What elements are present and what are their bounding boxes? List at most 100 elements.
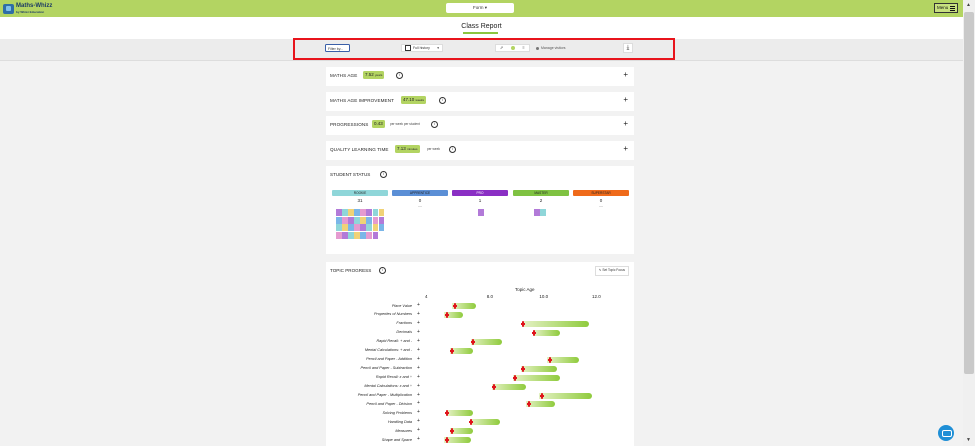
expand-topic-plus-icon[interactable]: + — [417, 419, 420, 424]
student-avatar[interactable] — [378, 216, 385, 224]
expand-topic-plus-icon[interactable]: + — [417, 329, 420, 335]
student-avatar[interactable] — [540, 209, 546, 216]
status-count: 31 — [357, 198, 363, 203]
topic-age-marker — [445, 410, 450, 417]
status-column-rookie[interactable]: ROOKIE 31 — [332, 190, 388, 203]
student-avatar[interactable] — [372, 224, 379, 232]
student-avatar[interactable] — [348, 224, 354, 232]
topic-age-marker — [452, 303, 457, 309]
metric-value-pill: 0.43 — [372, 120, 385, 128]
expand-topic-plus-icon[interactable]: + — [417, 303, 420, 308]
metric-card-progressions[interactable]: PROGRESSIONS 0.43 per week per student i… — [326, 116, 634, 135]
metric-unit: years — [375, 73, 383, 77]
student-avatar[interactable] — [354, 224, 360, 232]
student-avatar[interactable] — [348, 231, 354, 239]
status-header: ROOKIE — [332, 190, 388, 196]
student-avatar[interactable] — [378, 224, 385, 232]
expand-topic-plus-icon[interactable]: + — [417, 338, 420, 344]
student-avatar[interactable] — [372, 231, 379, 239]
info-icon[interactable]: i — [431, 121, 438, 128]
expand-topic-plus-icon[interactable]: + — [417, 311, 420, 317]
form-select-label: Form — [472, 5, 484, 10]
expand-topic-plus-icon[interactable]: + — [417, 383, 420, 389]
student-avatar[interactable] — [336, 224, 342, 232]
info-icon[interactable]: i — [379, 267, 386, 274]
metric-card-maths-age-improvement[interactable]: MATHS AGE IMPROVEMENT 47.10 weeks i + — [326, 92, 634, 111]
student-avatar[interactable] — [354, 231, 360, 239]
info-icon[interactable]: i — [396, 72, 403, 79]
status-count: 1 — [478, 198, 482, 203]
student-avatar[interactable] — [366, 216, 372, 224]
topic-row-label: Solving Problems — [382, 410, 412, 415]
topic-progress-bar — [470, 419, 500, 426]
metric-label: PROGRESSIONS — [330, 122, 369, 127]
status-column-superstar[interactable]: SUPERSTAR 0 — — [573, 190, 629, 208]
chat-support-button[interactable] — [938, 425, 954, 441]
expand-topic-plus-icon[interactable]: + — [417, 365, 420, 371]
expand-topic-plus-icon[interactable]: + — [417, 374, 420, 380]
student-avatar[interactable] — [372, 209, 379, 216]
student-avatar[interactable] — [360, 216, 366, 224]
menu-label: Menu — [937, 5, 949, 10]
set-topic-focus-button[interactable]: ✎ Set Topic Focus — [594, 266, 629, 276]
expand-topic-plus-icon[interactable]: + — [417, 347, 420, 353]
student-avatar[interactable] — [354, 216, 360, 224]
student-avatar[interactable] — [378, 209, 385, 216]
topic-row-label: Handling Data — [387, 419, 412, 424]
student-avatar[interactable] — [342, 231, 348, 239]
scroll-up-icon[interactable]: ▲ — [966, 2, 971, 8]
student-avatar[interactable] — [366, 209, 372, 216]
student-avatar[interactable] — [372, 216, 379, 224]
student-avatar[interactable] — [348, 216, 354, 224]
page-title: Class Report — [461, 23, 502, 30]
x-tick-label: 4 — [425, 294, 428, 299]
info-icon[interactable]: i — [380, 171, 387, 178]
student-avatar[interactable] — [478, 209, 484, 216]
topic-progress-title: TOPIC PROGRESS — [330, 268, 372, 273]
student-avatar[interactable] — [336, 231, 342, 239]
scroll-down-icon[interactable]: ▼ — [966, 437, 971, 443]
expand-topic-plus-icon[interactable]: + — [417, 392, 420, 398]
status-header: PRO — [452, 190, 508, 196]
student-avatar[interactable] — [348, 209, 354, 216]
metric-suffix: per week — [427, 147, 440, 151]
expand-topic-plus-icon[interactable]: + — [417, 410, 420, 415]
info-icon[interactable]: i — [439, 97, 446, 104]
student-avatar[interactable] — [360, 209, 366, 216]
expand-topic-plus-icon[interactable]: + — [417, 401, 420, 406]
student-avatar[interactable] — [342, 209, 348, 216]
info-icon[interactable]: i — [449, 146, 456, 153]
student-avatar[interactable] — [534, 209, 540, 216]
student-avatar[interactable] — [342, 224, 348, 232]
x-tick-label: 10.0 — [539, 294, 549, 299]
menu-button[interactable]: Menu — [934, 3, 958, 13]
topic-progress-bar — [520, 365, 558, 372]
status-column-master[interactable]: MASTER 2 — [513, 190, 569, 203]
metric-card-quality-learning-time[interactable]: QUALITY LEARNING TIME 7.13 minutes per w… — [326, 141, 634, 160]
expand-plus-icon[interactable]: + — [623, 96, 628, 104]
student-avatar[interactable] — [366, 231, 372, 239]
student-avatar[interactable] — [360, 231, 366, 239]
maths-whizz-logo[interactable]: Maths-Whizz by Whizz Education — [3, 3, 52, 15]
status-column-pro[interactable]: PRO 1 — [452, 190, 508, 203]
student-avatar[interactable] — [336, 216, 342, 224]
pro-student-avatars — [478, 209, 484, 216]
expand-topic-plus-icon[interactable]: + — [417, 320, 420, 326]
expand-topic-plus-icon[interactable]: + — [417, 437, 420, 442]
topic-row-label: Rapid Recall: + and - — [376, 339, 412, 344]
student-avatar[interactable] — [360, 224, 366, 232]
status-column-apprentice[interactable]: APPRENTICE 0 — — [392, 190, 448, 208]
status-header: SUPERSTAR — [573, 190, 629, 196]
student-avatar[interactable] — [354, 209, 360, 216]
student-avatar[interactable] — [342, 216, 348, 224]
expand-topic-plus-icon[interactable]: + — [417, 356, 420, 362]
expand-topic-plus-icon[interactable]: + — [417, 428, 420, 433]
metric-card-maths-age[interactable]: MATHS AGE 7.52 years i + — [326, 67, 634, 86]
expand-plus-icon[interactable]: + — [623, 145, 628, 153]
form-select[interactable]: Form ▾ — [446, 3, 514, 13]
expand-plus-icon[interactable]: + — [623, 71, 628, 79]
expand-plus-icon[interactable]: + — [623, 120, 628, 128]
student-avatar[interactable] — [336, 209, 342, 216]
scrollbar-thumb[interactable] — [964, 12, 974, 374]
student-avatar[interactable] — [366, 224, 372, 232]
